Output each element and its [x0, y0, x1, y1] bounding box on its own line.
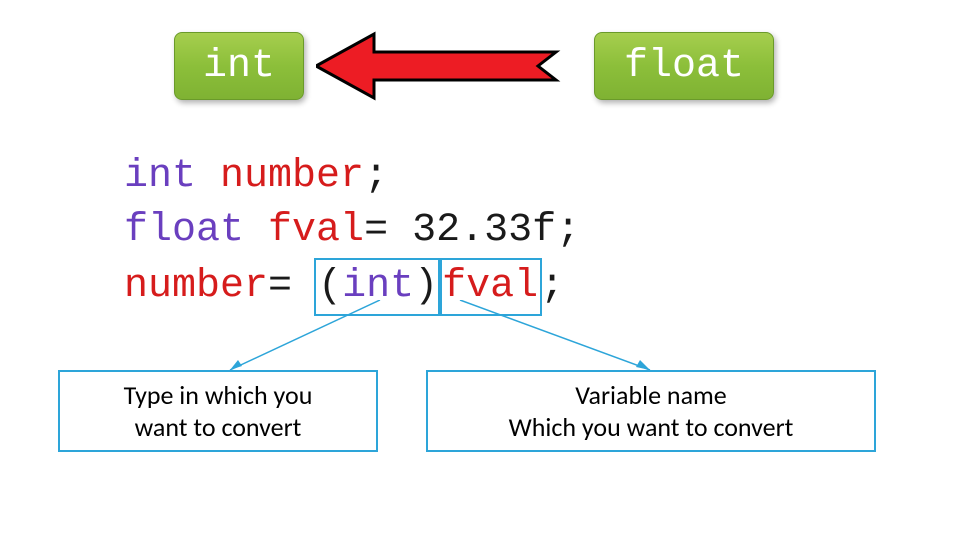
- keyword-float: float: [124, 208, 244, 253]
- equals: =: [268, 264, 316, 309]
- callout-right-line2: Which you want to convert: [509, 411, 794, 444]
- int-label: int: [203, 44, 275, 89]
- left-arrow-icon: [316, 30, 578, 102]
- float-label: float: [624, 44, 744, 89]
- cast-int: int: [342, 264, 414, 309]
- float-type-box: float: [594, 32, 774, 100]
- callout-left-line1: Type in which you: [124, 379, 313, 412]
- callout-cast-type: Type in which you want to convert: [58, 370, 378, 452]
- var-fval: fval: [268, 208, 364, 253]
- var-number: number: [220, 154, 364, 199]
- callout-right-line1: Variable name: [575, 379, 727, 412]
- cast-type-box: (int): [314, 258, 442, 316]
- callout-variable-name: Variable name Which you want to convert: [426, 370, 876, 452]
- paren-open: (: [318, 264, 342, 309]
- semicolon-3: ;: [540, 264, 564, 309]
- paren-close: ): [414, 264, 438, 309]
- int-type-box: int: [174, 32, 304, 100]
- semicolon: ;: [364, 154, 388, 199]
- code-line-3: number= (int)fval;: [124, 258, 580, 316]
- code-line-1: int number;: [124, 150, 580, 204]
- var-number-assign: number: [124, 264, 268, 309]
- cast-var-box: fval: [438, 258, 542, 316]
- cast-fval: fval: [442, 264, 538, 309]
- assign-literal: = 32.33f;: [364, 208, 580, 253]
- callout-left-line2: want to convert: [135, 411, 302, 444]
- code-block: int number; float fval= 32.33f; number= …: [124, 150, 580, 316]
- code-line-2: float fval= 32.33f;: [124, 204, 580, 258]
- keyword-int: int: [124, 154, 196, 199]
